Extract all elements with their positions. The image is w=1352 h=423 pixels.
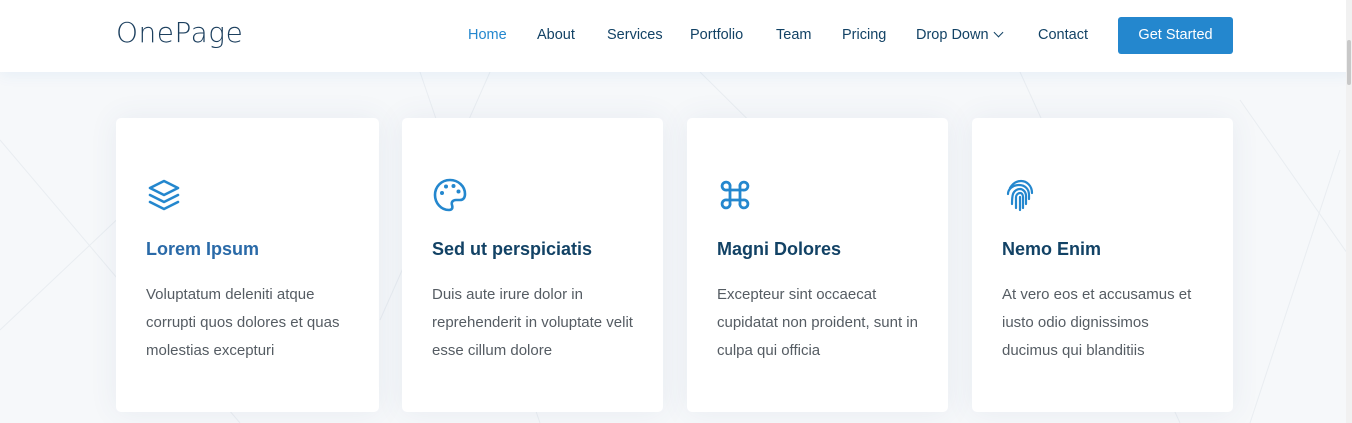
service-description: Excepteur sint occaecat cupidatat non pr… [717, 286, 918, 359]
service-card: Sed ut perspiciatis Duis aute irure dolo… [402, 118, 663, 412]
scrollbar[interactable] [1346, 0, 1352, 423]
site-header: OnePage Home About Services Portfolio Te… [0, 0, 1352, 72]
nav-about[interactable]: About [537, 27, 575, 43]
scrollbar-thumb[interactable] [1347, 40, 1351, 85]
nav-dropdown[interactable]: Drop Down [916, 27, 1003, 43]
nav-team[interactable]: Team [776, 27, 811, 43]
nav-dropdown-label: Drop Down [916, 27, 989, 43]
service-description: At vero eos et accusamus et iusto odio d… [1002, 286, 1192, 359]
palette-icon [432, 177, 468, 213]
service-title[interactable]: Nemo Enim [1002, 239, 1101, 260]
service-card: Nemo Enim At vero eos et accusamus et iu… [972, 118, 1233, 412]
site-logo[interactable]: OnePage [116, 16, 243, 49]
command-icon [717, 177, 753, 213]
service-description: Voluptatum deleniti atque corrupti quos … [146, 286, 340, 359]
layers-icon [146, 177, 182, 213]
chevron-down-icon [993, 27, 1003, 38]
service-card: Lorem Ipsum Voluptatum deleniti atque co… [116, 118, 379, 412]
fingerprint-icon [1002, 177, 1038, 213]
service-title[interactable]: Lorem Ipsum [146, 239, 259, 260]
service-description: Duis aute irure dolor in reprehenderit i… [432, 286, 633, 359]
service-title[interactable]: Sed ut perspiciatis [432, 239, 592, 260]
get-started-button[interactable]: Get Started [1118, 17, 1233, 54]
nav-services[interactable]: Services [607, 27, 663, 43]
service-card: Magni Dolores Excepteur sint occaecat cu… [687, 118, 948, 412]
nav-portfolio[interactable]: Portfolio [690, 27, 743, 43]
nav-contact[interactable]: Contact [1038, 27, 1088, 43]
nav-home[interactable]: Home [468, 27, 507, 43]
service-title[interactable]: Magni Dolores [717, 239, 841, 260]
nav-pricing[interactable]: Pricing [842, 27, 886, 43]
